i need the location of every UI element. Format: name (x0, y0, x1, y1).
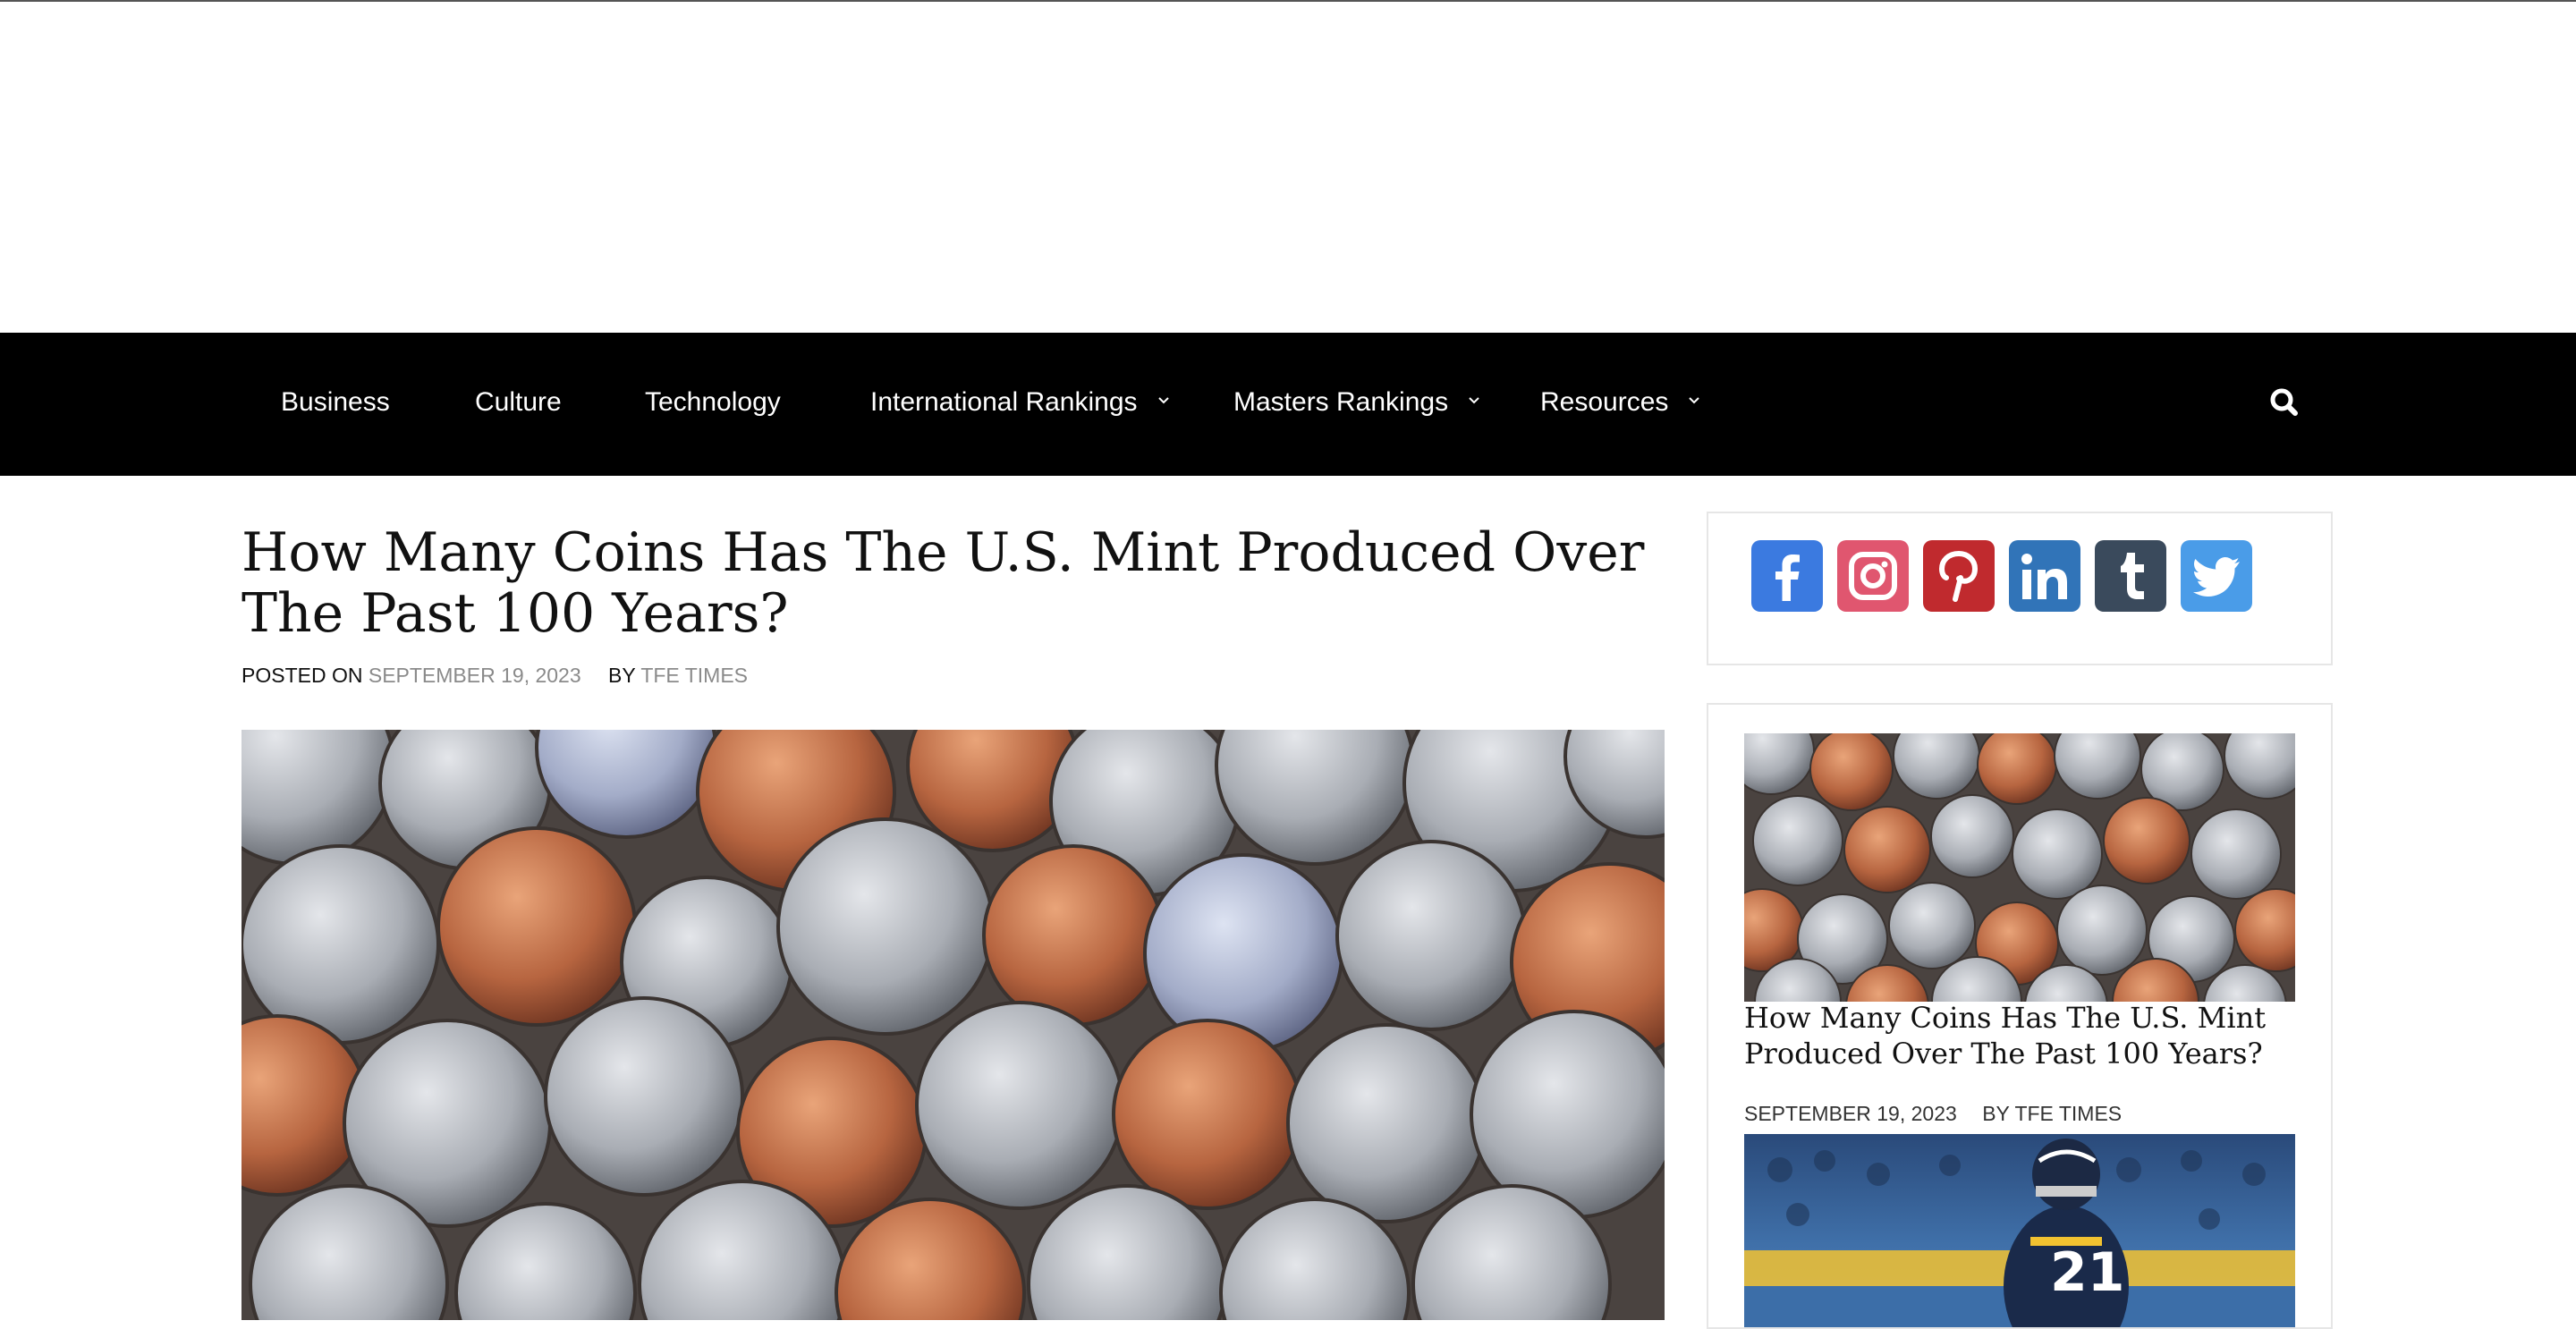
twitter-link[interactable] (2181, 540, 2252, 612)
nav-label: Business (281, 387, 390, 417)
twitter-icon (2193, 557, 2240, 597)
post-title-link[interactable]: How Many Coins Has The U.S. Mint Produce… (1744, 1000, 2299, 1071)
coins-photo (1744, 733, 2295, 1002)
post-thumbnail[interactable] (1744, 733, 2295, 1002)
tumblr-icon (2121, 553, 2144, 599)
nav-label: Culture (475, 387, 562, 417)
search-button[interactable] (2267, 385, 2302, 420)
tumblr-link[interactable] (2095, 540, 2166, 612)
article-meta: POSTED ON SEPTEMBER 19, 2023 BY TFE TIME… (242, 664, 748, 688)
instagram-icon (1849, 552, 1897, 600)
facebook-link[interactable] (1751, 540, 1823, 612)
nav-item-culture[interactable]: Culture (475, 333, 562, 476)
nav-item-technology[interactable]: Technology (645, 333, 781, 476)
linkedin-icon (2021, 554, 2067, 599)
post-author-link[interactable]: TFE TIMES (2014, 1102, 2122, 1125)
by-label: BY (1982, 1102, 2010, 1125)
nav-label: Technology (645, 387, 781, 417)
article-author-link[interactable]: TFE TIMES (640, 664, 748, 687)
chevron-down-icon (1469, 397, 1479, 404)
pinterest-link[interactable] (1923, 540, 1995, 612)
pinterest-icon (1938, 550, 1979, 602)
football-player-photo: 21 (1744, 1134, 2295, 1327)
posted-on-label: POSTED ON (242, 664, 363, 687)
by-label: BY (608, 664, 636, 687)
article-title: How Many Coins Has The U.S. Mint Produce… (242, 521, 1645, 645)
post-meta: SEPTEMBER 19, 2023 BY TFE TIMES (1744, 1102, 2122, 1126)
nav-label: Resources (1540, 387, 1669, 417)
nav-item-international-rankings[interactable]: International Rankings (870, 333, 1170, 476)
recent-posts-widget: How Many Coins Has The U.S. Mint Produce… (1707, 703, 2333, 1329)
article-date-link[interactable]: SEPTEMBER 19, 2023 (369, 664, 581, 687)
nav-item-resources[interactable]: Resources (1540, 333, 1700, 476)
chevron-down-icon (1689, 397, 1700, 404)
article-featured-image (242, 730, 1665, 1320)
post-date-link[interactable]: SEPTEMBER 19, 2023 (1744, 1102, 1957, 1125)
facebook-icon (1775, 554, 1800, 601)
coins-photo (242, 730, 1665, 1320)
nav-label: Masters Rankings (1233, 387, 1449, 417)
social-links-widget (1707, 512, 2333, 665)
search-icon (2270, 388, 2298, 416)
chevron-down-icon (1157, 397, 1169, 404)
next-post-thumbnail[interactable]: 21 (1744, 1134, 2295, 1327)
svg-text:21: 21 (2050, 1241, 2125, 1304)
linkedin-link[interactable] (2009, 540, 2080, 612)
nav-item-masters-rankings[interactable]: Masters Rankings (1233, 333, 1480, 476)
instagram-link[interactable] (1837, 540, 1909, 612)
nav-label: International Rankings (870, 387, 1138, 417)
main-navigation: Business Culture Technology Internationa… (0, 333, 2576, 476)
ad-space (0, 2, 2576, 333)
nav-item-business[interactable]: Business (281, 333, 390, 476)
